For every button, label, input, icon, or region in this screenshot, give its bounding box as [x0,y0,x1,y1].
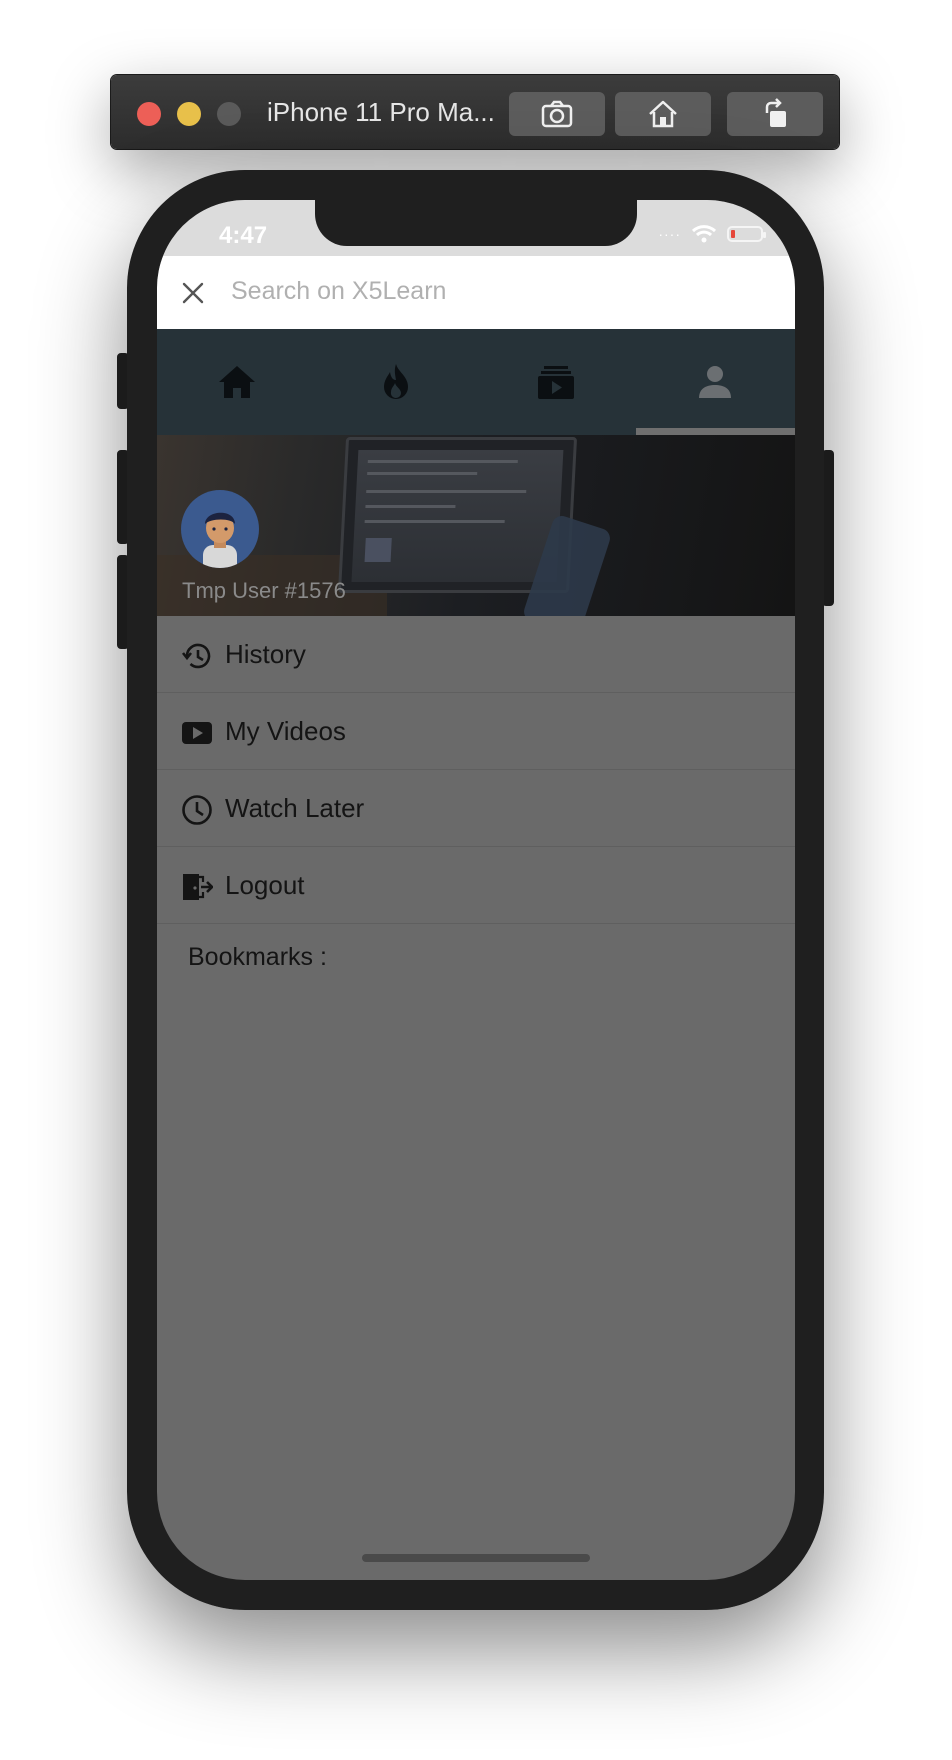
video-icon [182,722,212,744]
home-icon [218,366,255,398]
logout-icon [183,874,213,900]
tab-bar [157,329,795,435]
home-outline-icon [649,100,677,128]
close-icon[interactable] [181,281,205,305]
user-name: Tmp User #1576 [182,578,346,603]
simulator-title-bar: iPhone 11 Pro Ma... [111,75,839,149]
status-time: 4:47 [219,222,268,249]
rotate-button[interactable] [727,92,823,136]
notch [315,200,637,246]
search-input[interactable]: Search on X5Learn [231,277,446,306]
profile-menu: History My Videos Watch Later Logout Boo… [157,616,795,971]
history-icon [181,643,211,669]
tab-trending[interactable] [317,329,477,435]
home-indicator[interactable] [362,1554,590,1562]
window-zoom-button[interactable] [217,102,241,126]
search-bar: Search on X5Learn [157,256,795,329]
playlist-icon [537,366,574,399]
battery-icon [727,226,766,242]
menu-item-history[interactable]: History [157,616,795,693]
camera-icon [541,100,573,128]
tab-home[interactable] [157,329,317,435]
window-close-button[interactable] [137,102,161,126]
menu-item-logout[interactable]: Logout [157,847,795,924]
bookmarks-heading: Bookmarks : [188,943,327,971]
screenshot-button[interactable] [509,92,605,136]
menu-item-label: Logout [225,870,305,900]
home-button[interactable] [615,92,711,136]
menu-item-my-videos[interactable]: My Videos [157,693,795,770]
rotate-icon [765,98,786,127]
menu-item-label: History [225,639,306,669]
menu-item-label: My Videos [225,716,346,746]
window-minimize-button[interactable] [177,102,201,126]
profile-banner: Tmp User #1576 [157,435,795,616]
avatar [181,490,259,568]
status-icons: ···· [658,224,766,244]
fire-icon [384,364,409,399]
clock-icon [182,795,212,825]
simulator-title: iPhone 11 Pro Ma... [267,97,495,127]
tab-profile[interactable] [636,329,796,435]
tab-subscriptions[interactable] [476,329,636,435]
user-avatar-icon [203,512,237,568]
active-tab-indicator [635,428,795,435]
menu-item-watch-later[interactable]: Watch Later [157,770,795,847]
wifi-icon [691,225,717,243]
phone-screen: 4:47 ···· Search on X5Learn Tmp User #15… [157,200,795,1580]
person-icon [699,366,732,398]
signal-dots-icon: ···· [658,226,681,242]
menu-item-label: Watch Later [225,793,365,823]
